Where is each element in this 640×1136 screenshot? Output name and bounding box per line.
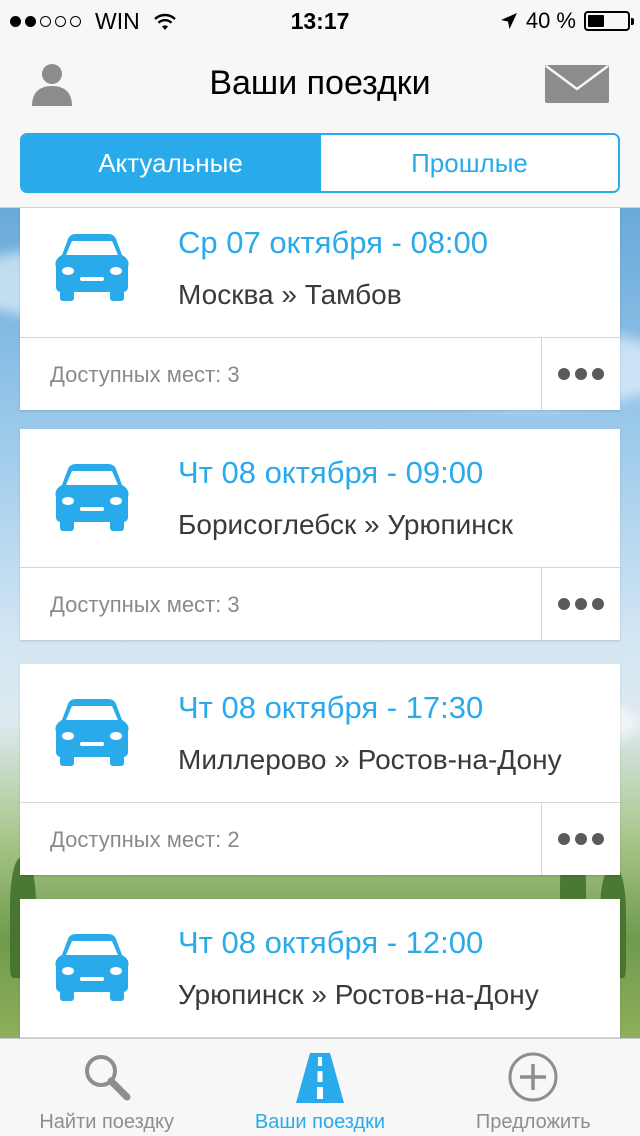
car-icon	[55, 699, 129, 766]
tab-offer-trip[interactable]: Предложить	[427, 1039, 640, 1136]
plus-circle-icon	[508, 1052, 558, 1102]
road-icon	[295, 1053, 344, 1103]
segment-bar: Актуальные Прошлые	[0, 130, 640, 208]
trip-route: Урюпинск » Ростов-на-Дону	[178, 979, 539, 1010]
more-options-button[interactable]	[541, 803, 620, 875]
battery-percent: 40 %	[525, 8, 576, 33]
segment-current[interactable]: Актуальные	[22, 135, 319, 191]
tab-label: Ваши поездки	[254, 1111, 386, 1133]
trip-card[interactable]: Ср 07 октября - 08:00 Москва » Тамбов До…	[20, 208, 620, 410]
car-icon	[55, 464, 129, 531]
car-icon	[55, 234, 129, 301]
location-arrow-icon	[500, 13, 517, 29]
tab-label: Предложить	[475, 1111, 591, 1133]
trip-card[interactable]: Чт 08 октября - 12:00 Урюпинск » Ростов-…	[20, 899, 620, 1038]
trips-filter-segment: Актуальные Прошлые	[20, 133, 620, 193]
trip-date: Чт 08 октября - 12:00	[178, 925, 484, 960]
segment-past[interactable]: Прошлые	[319, 135, 618, 191]
page-title: Ваши поездки	[209, 64, 431, 102]
available-seats: Доступных мест: 2	[50, 827, 240, 852]
trip-route: Москва » Тамбов	[178, 279, 402, 310]
battery-icon	[584, 11, 634, 31]
trip-route: Борисоглебск » Урюпинск	[178, 509, 513, 540]
trip-date: Чт 08 октября - 17:30	[178, 690, 484, 725]
mail-icon[interactable]	[545, 65, 609, 103]
trip-card[interactable]: Чт 08 октября - 17:30 Миллерово » Ростов…	[20, 664, 620, 875]
search-icon	[84, 1055, 131, 1101]
available-seats: Доступных мест: 3	[50, 592, 240, 617]
tab-bar: Найти поездку Ваши поездки Предложить	[0, 1038, 640, 1136]
car-icon	[55, 934, 129, 1001]
available-seats: Доступных мест: 3	[50, 362, 240, 387]
more-options-button[interactable]	[541, 568, 620, 640]
trip-route: Миллерово » Ростов-на-Дону	[178, 744, 562, 775]
navigation-bar: Ваши поездки	[0, 40, 640, 130]
trip-list: Ср 07 октября - 08:00 Москва » Тамбов До…	[0, 208, 640, 1038]
tab-find-trip[interactable]: Найти поездку	[0, 1039, 213, 1136]
more-options-button[interactable]	[541, 338, 620, 410]
trip-date: Чт 08 октября - 09:00	[178, 455, 484, 490]
status-bar: WIN 13:17 40 %	[0, 0, 640, 40]
tab-label: Найти поездку	[39, 1111, 174, 1133]
trip-card[interactable]: Чт 08 октября - 09:00 Борисоглебск » Урю…	[20, 429, 620, 640]
tab-my-trips[interactable]: Ваши поездки	[213, 1039, 426, 1136]
trip-date: Ср 07 октября - 08:00	[178, 225, 489, 260]
